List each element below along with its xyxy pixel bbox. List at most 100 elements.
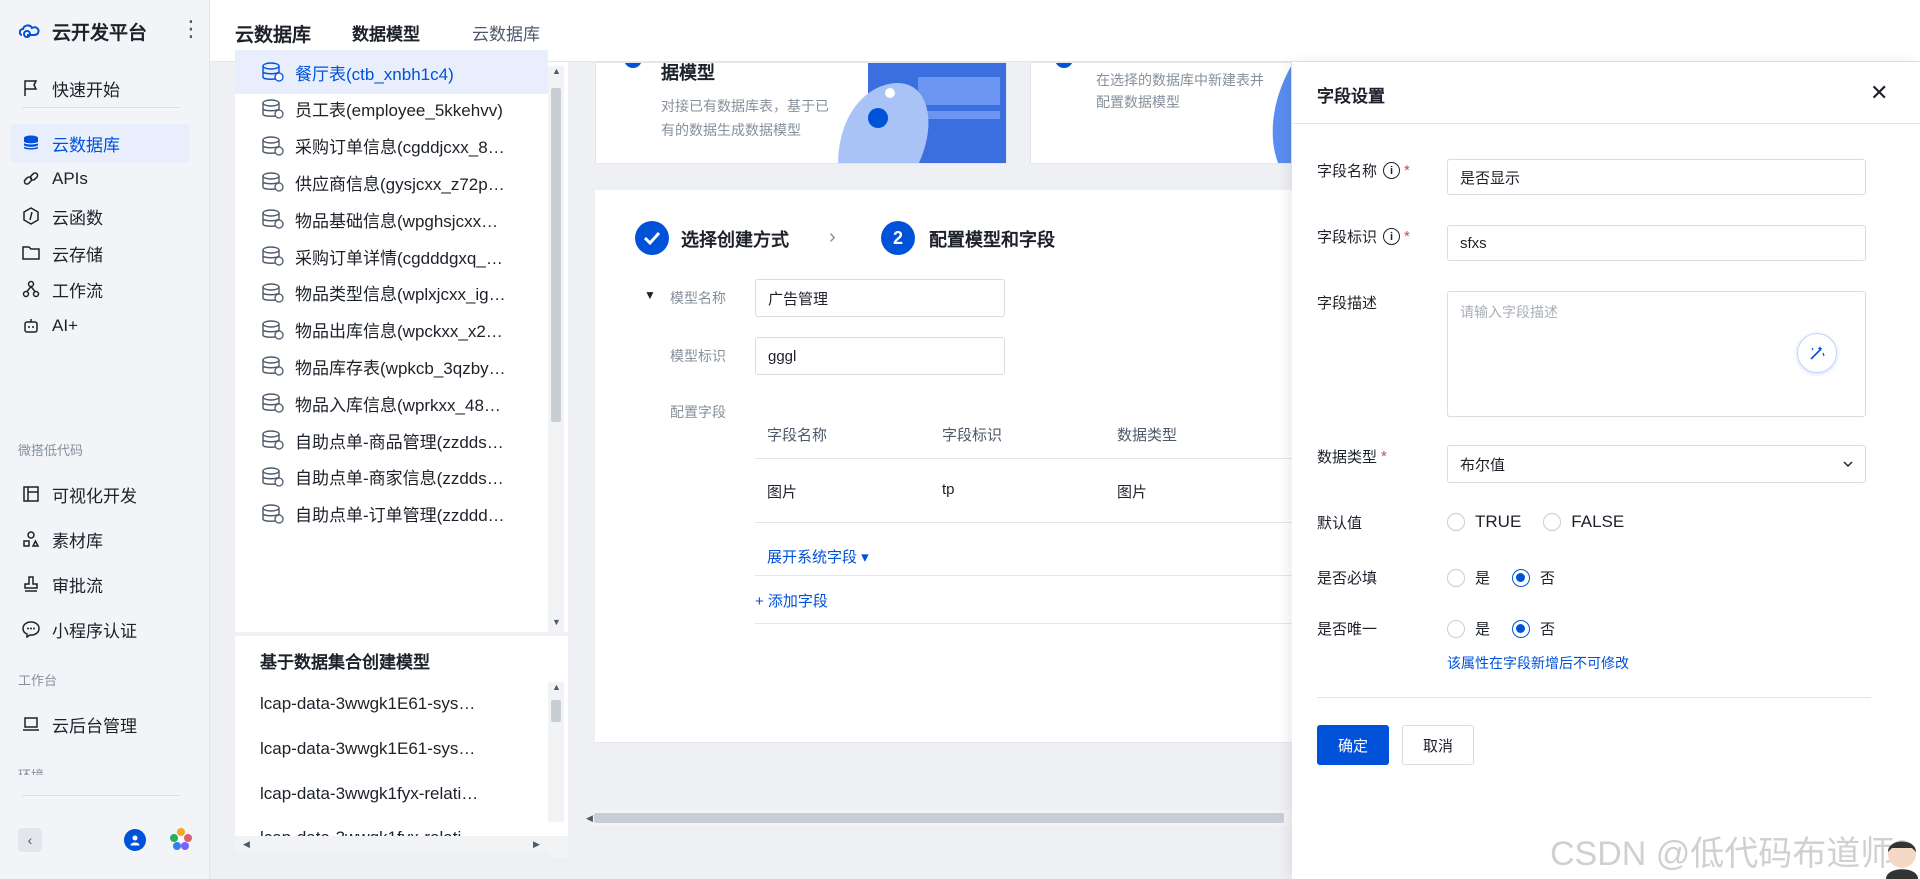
data-type-select[interactable]: 布尔值 <box>1447 445 1866 483</box>
add-field-link[interactable]: + 添加字段 <box>755 590 828 611</box>
nav-item-approval[interactable]: 审批流 <box>10 565 190 603</box>
radio-yes-label[interactable]: 是 <box>1475 567 1490 588</box>
table-row[interactable]: 图片 tp 图片 <box>755 459 1292 523</box>
database-icon <box>20 132 42 154</box>
card-new-db[interactable]: 在选择的数据库中新建表并 配置数据模型 <box>1030 62 1292 164</box>
radio-no-label[interactable]: 否 <box>1540 567 1555 588</box>
chevron-right-icon: › <box>829 226 836 248</box>
ai-assistant-icon[interactable] <box>168 826 194 852</box>
user-avatar-icon[interactable] <box>124 829 146 851</box>
nav-group-lowcode: 微搭低代码 <box>18 443 84 458</box>
model-id-input[interactable]: gggl <box>755 337 1005 375</box>
required-label: 是否必填 <box>1317 570 1378 587</box>
data-type-label: 数据类型 * <box>1317 446 1387 467</box>
divider <box>1317 697 1871 698</box>
field-desc-label: 字段描述 <box>1317 295 1378 312</box>
required-radio-group: 是 否 <box>1447 567 1577 588</box>
dataset-scrollbar[interactable]: ▲ <box>548 682 564 822</box>
info-icon[interactable]: i <box>1383 162 1401 179</box>
data-type-label-text: 数据类型 <box>1317 449 1378 466</box>
nav-label: 云函数 <box>52 208 103 228</box>
scroll-left-icon[interactable]: ◀ <box>586 813 593 824</box>
radio-unique-yes[interactable] <box>1447 619 1465 638</box>
dataset-item[interactable]: lcap-data-3wwgk1fyx-relati… <box>260 784 478 804</box>
scroll-left-icon[interactable]: ◀ <box>243 839 250 850</box>
card-existing-db[interactable]: 据模型 对接已有数据库表，基于已 有的数据生成数据模型 <box>595 62 1007 164</box>
nav-item-quickstart[interactable]: 快速开始 <box>10 69 190 107</box>
radio-required-no[interactable] <box>1512 568 1531 587</box>
nav-label: 小程序认证 <box>52 621 137 641</box>
table-list-item[interactable]: 自助点单-订单管理(zzddd… <box>235 492 548 536</box>
info-icon[interactable]: i <box>1383 228 1401 245</box>
scroll-thumb[interactable] <box>551 700 561 722</box>
nav-item-visual-dev[interactable]: 可视化开发 <box>10 475 190 513</box>
scroll-up-icon[interactable]: ▲ <box>552 682 561 692</box>
nav-label: APIs <box>52 169 88 188</box>
nav-item-ai[interactable]: AI+ <box>10 307 190 345</box>
cell-data-type: 图片 <box>1117 484 1148 501</box>
scroll-corner <box>548 836 568 858</box>
radio-false[interactable] <box>1543 513 1562 531</box>
watermark: CSDN @低代码布道师 <box>1550 835 1895 873</box>
nav-item-workflow[interactable]: 工作流 <box>10 270 190 308</box>
nav-item-apis[interactable]: APIs <box>10 160 190 198</box>
radio-no-label[interactable]: 否 <box>1540 618 1555 639</box>
scroll-right-icon[interactable]: ▶ <box>533 839 540 850</box>
nav-label: 云后台管理 <box>52 716 137 736</box>
magic-wand-icon[interactable] <box>1797 333 1837 373</box>
tab-cloud-database[interactable]: 云数据库 <box>472 20 540 45</box>
more-icon[interactable]: ⋮ <box>180 18 202 40</box>
nav-item-materials[interactable]: 素材库 <box>10 520 190 558</box>
laptop-icon <box>20 713 42 735</box>
step-done-icon <box>635 221 669 255</box>
scroll-thumb[interactable] <box>594 813 1284 823</box>
dataset-item[interactable]: lcap-data-3wwgk1E61-sys… <box>260 739 475 759</box>
radio-true[interactable] <box>1447 513 1465 531</box>
default-value-radio-group: TRUE FALSE <box>1447 512 1646 532</box>
confirm-button[interactable]: 确定 <box>1317 725 1389 765</box>
radio-yes-label[interactable]: 是 <box>1475 618 1490 639</box>
scroll-thumb[interactable] <box>551 88 561 422</box>
table-list-scrollbar[interactable]: ▲ ▼ <box>548 66 564 632</box>
dataset-item[interactable]: lcap-data-3wwgk1fyx-relati… <box>260 828 478 836</box>
nav-item-database[interactable]: 云数据库 <box>10 124 190 162</box>
model-name-input[interactable]: 广告管理 <box>755 279 1005 317</box>
shapes-icon <box>20 528 42 550</box>
cancel-button[interactable]: 取消 <box>1402 725 1474 765</box>
radio-false-label[interactable]: FALSE <box>1571 512 1624 532</box>
radio-required-yes[interactable] <box>1447 568 1465 587</box>
field-name-label-text: 字段名称 <box>1317 163 1378 180</box>
close-icon[interactable]: ✕ <box>1870 80 1888 106</box>
chat-icon <box>20 618 42 640</box>
table-list-item-label: 物品出库信息(wpckxx_x2… <box>295 322 503 342</box>
radio-true-label[interactable]: TRUE <box>1475 512 1521 532</box>
collapse-icon[interactable]: ‹ <box>18 828 42 852</box>
table-list-item-label: 物品入库信息(wprkxx_48… <box>295 395 501 415</box>
section-title: 云数据库 <box>235 25 312 46</box>
nav-item-backend[interactable]: 云后台管理 <box>10 705 190 743</box>
nav-item-miniprogram[interactable]: 小程序认证 <box>10 610 190 648</box>
fields-label: 配置字段 <box>670 404 726 420</box>
radio-unique-no[interactable] <box>1512 619 1531 638</box>
field-name-input[interactable]: 是否显示 <box>1447 159 1866 195</box>
nav-item-functions[interactable]: 云函数 <box>10 197 190 235</box>
nav-divider <box>22 107 180 108</box>
table-list-item-label: 物品库存表(wpkcb_3qzby… <box>295 358 506 378</box>
tab-data-model[interactable]: 数据模型 <box>352 20 420 45</box>
database-table-icon <box>262 467 284 487</box>
dataset-item[interactable]: lcap-data-3wwgk1E61-sys… <box>260 694 475 714</box>
step-1-label[interactable]: 选择创建方式 <box>681 226 789 252</box>
expand-system-fields-link[interactable]: 展开系统字段 ▾ <box>767 546 869 567</box>
table-list-item-label: 采购订单信息(cgddjcxx_8… <box>295 138 505 158</box>
database-table-icon <box>262 209 284 229</box>
caret-down-icon[interactable]: ▼ <box>644 288 656 302</box>
field-id-input[interactable]: sfxs <box>1447 225 1866 261</box>
dataset-hscrollbar[interactable]: ◀ ▶ <box>235 836 568 852</box>
scroll-up-icon[interactable]: ▲ <box>552 66 561 76</box>
flag-icon <box>20 77 42 99</box>
nav-item-storage[interactable]: 云存储 <box>10 234 190 272</box>
scroll-down-icon[interactable]: ▼ <box>552 617 561 627</box>
table-list-item-label: 物品类型信息(wplxjcxx_ig… <box>295 285 506 305</box>
main-hscrollbar[interactable]: ◀ <box>586 810 1292 826</box>
cloud-logo-icon <box>18 24 40 38</box>
